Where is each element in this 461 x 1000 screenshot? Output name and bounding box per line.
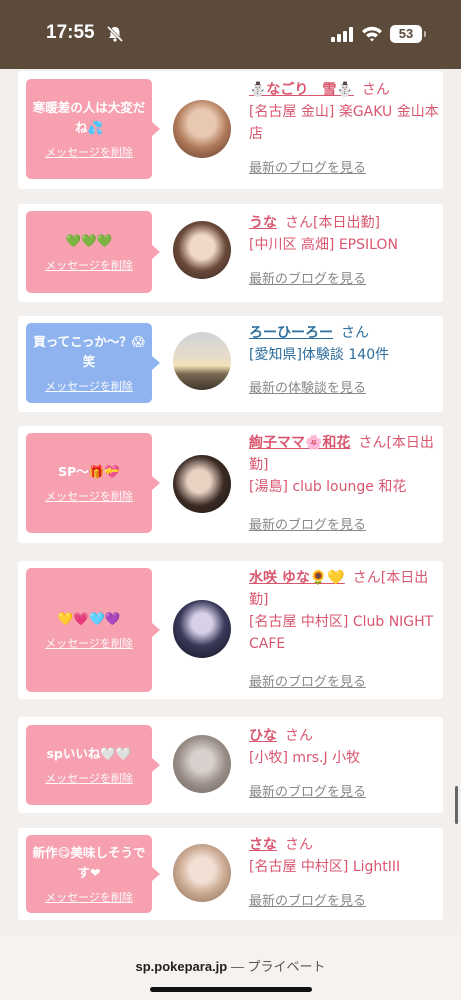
shop-info: [小牧] mrs.J 小牧 [249,750,361,766]
list-item: 新作😋美味しそうです❤ メッセージを削除 さな さん [名古屋 中村区] Ligh… [18,828,443,920]
avatar[interactable] [173,735,231,793]
bell-slash-icon [106,25,124,43]
delete-message-link[interactable]: メッセージを削除 [45,144,133,160]
user-name-link[interactable]: ひな [249,728,277,744]
list-item: 💚💚💚 メッセージを削除 うな さん[本日出勤] [中川区 高畑] EPSILON… [18,204,443,302]
honorific: さん [341,325,369,341]
shop-info: [名古屋 金山] 楽GAKU 金山本店 [249,104,439,142]
list-item: 寒暖差の人は大変だね💦 メッセージを削除 ⛄なごり 雪⛄ さん [名古屋 金山] … [18,71,443,189]
honorific: さん [285,215,313,231]
honorific: さん [285,728,313,744]
shop-info: [愛知県]体験談 140件 [249,347,390,363]
message-bubble: 💚💚💚 メッセージを削除 [26,211,160,293]
delete-message-link[interactable]: メッセージを削除 [45,635,133,651]
delete-message-link[interactable]: メッセージを削除 [45,889,133,905]
avatar[interactable] [173,221,231,279]
honorific: さん [358,435,387,451]
shop-info: [湯島] club lounge 和花 [249,479,407,495]
avatar[interactable] [173,455,231,513]
delete-message-link[interactable]: メッセージを削除 [45,257,133,273]
latest-blog-link[interactable]: 最新のブログを見る [249,781,366,800]
attendance-status: [本日出勤] [313,215,380,231]
wifi-icon [362,26,382,42]
delete-message-link[interactable]: メッセージを削除 [45,770,133,786]
delete-message-link[interactable]: メッセージを削除 [45,378,133,394]
battery-icon: 53 [390,25,426,43]
latest-blog-link[interactable]: 最新のブログを見る [249,514,366,533]
latest-blog-link[interactable]: 最新のブログを見る [249,268,366,287]
message-text: 新作😋美味しそうです❤ [32,845,146,880]
url-domain: sp.pokepara.jp [135,959,228,974]
latest-blog-link[interactable]: 最新のブログを見る [249,890,366,909]
avatar[interactable] [173,844,231,902]
honorific: さん [361,82,390,98]
url-separator: — [230,959,244,974]
avatar[interactable] [173,100,231,158]
list-item: 💛💗🩵💜 メッセージを削除 水咲 ゆな🌻💛 さん[本日出勤] [名古屋 中村区] … [18,561,443,699]
honorific: さん [352,570,381,586]
shop-info: [名古屋 中村区] LightIII [249,859,401,875]
private-mode-label: プライベート [247,959,326,974]
shop-info: [中川区 高畑] EPSILON [249,237,398,253]
message-bubble: 💛💗🩵💜 メッセージを削除 [26,568,160,692]
latest-review-link[interactable]: 最新の体験談を見る [249,377,366,396]
list-item: SP〜🎁💝 メッセージを削除 絢子ママ🌸和花 さん[本日出勤] [湯島] club… [18,426,443,543]
latest-blog-link[interactable]: 最新のブログを見る [249,671,366,690]
status-time: 17:55 [46,22,95,43]
message-bubble: 新作😋美味しそうです❤ メッセージを削除 [26,835,160,913]
message-text: 💚💚💚 [65,233,113,248]
message-text: 💛💗🩵💜 [57,611,121,626]
avatar[interactable] [173,332,231,390]
list-item: 買ってこっか〜？😱笑 メッセージを削除 ろーひーろー さん [愛知県]体験談 14… [18,316,443,412]
user-name-link[interactable]: 絢子ママ🌸和花 [249,435,350,451]
home-indicator[interactable] [150,987,312,992]
user-name-link[interactable]: ろーひーろー [249,325,333,341]
delete-message-link[interactable]: メッセージを削除 [45,488,133,504]
message-bubble: spいいね🤍🤍 メッセージを削除 [26,725,160,805]
honorific: さん [285,837,313,853]
shop-info: [名古屋 中村区] Club NIGHT CAFE [249,614,434,652]
list-item: spいいね🤍🤍 メッセージを削除 ひな さん [小牧] mrs.J 小牧 最新のブ… [18,717,443,813]
user-name-link[interactable]: うな [249,215,277,231]
message-bubble: 買ってこっか〜？😱笑 メッセージを削除 [26,323,160,403]
scrollbar-thumb[interactable] [455,786,458,824]
latest-blog-link[interactable]: 最新のブログを見る [249,157,366,176]
user-name-link[interactable]: ⛄なごり 雪⛄ [249,82,354,98]
message-bubble: SP〜🎁💝 メッセージを削除 [26,433,160,533]
message-text: 寒暖差の人は大変だね💦 [32,100,146,135]
signal-icon [331,27,353,42]
user-name-link[interactable]: さな [249,837,277,853]
browser-address-bar[interactable]: sp.pokepara.jp — プライベート [0,935,461,1000]
avatar[interactable] [173,600,231,658]
message-text: 買ってこっか〜？😱笑 [33,334,145,369]
status-bar: 17:55 53 [0,0,461,69]
user-name-link[interactable]: 水咲 ゆな🌻💛 [249,570,345,586]
message-text: spいいね🤍🤍 [46,746,132,761]
message-text: SP〜🎁💝 [58,464,120,479]
message-bubble: 寒暖差の人は大変だね💦 メッセージを削除 [26,79,160,179]
